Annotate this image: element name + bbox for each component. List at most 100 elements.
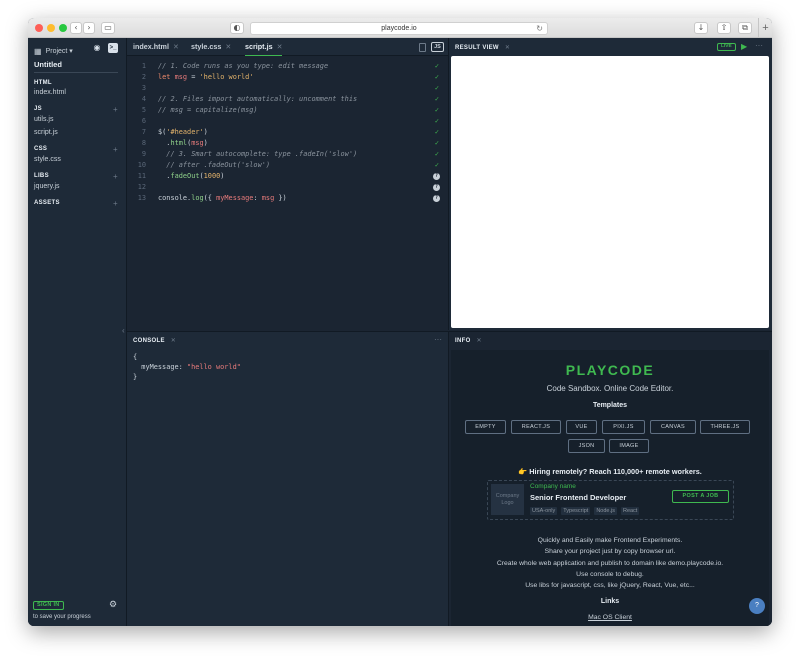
check-icon: ✓ bbox=[434, 84, 440, 92]
tab-script-js[interactable]: script.js ✕ bbox=[245, 38, 283, 56]
template-vue-button[interactable]: VUE bbox=[566, 420, 597, 434]
project-title[interactable]: Untitled bbox=[34, 60, 62, 69]
code-line[interactable]: 6 ✓ bbox=[127, 116, 448, 127]
line-code[interactable]: // 3. Smart autocomplete: type .fadeIn('… bbox=[158, 149, 357, 160]
document-icon[interactable] bbox=[419, 43, 426, 52]
code-line[interactable]: 8 .html(msg) ✓ bbox=[127, 138, 448, 149]
tabs-overview-icon[interactable]: ⧉ bbox=[738, 22, 752, 34]
file-script-js[interactable]: script.js bbox=[34, 129, 58, 136]
code-line[interactable]: 5 // msg = capitalize(msg) ✓ bbox=[127, 105, 448, 116]
minimize-window-button[interactable] bbox=[47, 24, 55, 32]
job-tag: USA-only bbox=[530, 507, 558, 515]
project-menu[interactable]: ▦ Project ▾ bbox=[34, 44, 73, 58]
template-image-button[interactable]: IMAGE bbox=[609, 439, 649, 453]
help-button[interactable]: ? bbox=[749, 598, 765, 614]
code-line[interactable]: 10 // after .fadeOut('slow') ✓ bbox=[127, 160, 448, 171]
check-icon: ✓ bbox=[434, 95, 440, 103]
code-line[interactable]: 1 // 1. Code runs as you type: edit messa… bbox=[127, 61, 448, 72]
code-lines[interactable]: 1 // 1. Code runs as you type: edit messa… bbox=[127, 61, 448, 204]
close-result-icon[interactable]: ✕ bbox=[505, 45, 510, 51]
close-tab-icon[interactable]: ✕ bbox=[173, 44, 179, 51]
code-line[interactable]: 7 $('#header') ✓ bbox=[127, 127, 448, 138]
post-job-button[interactable]: POST A JOB bbox=[672, 490, 729, 503]
gear-icon[interactable]: ⚙ bbox=[109, 599, 117, 610]
line-code[interactable]: .html(msg) bbox=[158, 138, 208, 149]
code-line[interactable]: 2 let msg = 'hello world' ✓ bbox=[127, 72, 448, 83]
template-pixi-button[interactable]: PIXI.JS bbox=[602, 420, 645, 434]
line-code[interactable]: console.log({ myMessage: msg }) bbox=[158, 193, 287, 204]
code-line[interactable]: 12? bbox=[127, 182, 448, 193]
close-window-button[interactable] bbox=[35, 24, 43, 32]
info-line: Quickly and Easily make Frontend Experim… bbox=[537, 537, 683, 544]
code-line[interactable]: 4 // 2. Files import automatically: uncom… bbox=[127, 94, 448, 105]
tab-style-css[interactable]: style.css ✕ bbox=[191, 38, 231, 56]
line-number: 6 bbox=[141, 117, 146, 125]
job-card[interactable]: Company Logo Company name Senior Fronten… bbox=[487, 480, 734, 520]
template-react-button[interactable]: REACT.JS bbox=[511, 420, 561, 434]
file-index-html[interactable]: index.html bbox=[34, 89, 66, 96]
tab-index-html[interactable]: index.html ✕ bbox=[133, 38, 179, 56]
globe-icon[interactable]: ◉ bbox=[92, 43, 102, 53]
sign-in-button[interactable]: SIGN IN bbox=[33, 601, 64, 610]
address-bar[interactable]: playcode.io ↻ bbox=[250, 22, 548, 35]
close-tab-icon[interactable]: ✕ bbox=[277, 44, 283, 51]
terminal-icon[interactable]: >_ bbox=[108, 43, 118, 53]
line-code[interactable]: // msg = capitalize(msg) bbox=[158, 105, 258, 116]
sidebar: ▦ Project ▾ ◉ >_ Untitled HTML index.htm… bbox=[28, 38, 127, 626]
close-info-icon[interactable]: ✕ bbox=[477, 338, 482, 344]
share-icon[interactable]: ⇧ bbox=[717, 22, 731, 34]
template-empty-button[interactable]: EMPTY bbox=[465, 420, 506, 434]
result-preview[interactable] bbox=[451, 56, 769, 328]
code-line[interactable]: 11 .fadeOut(1000)? bbox=[127, 171, 448, 182]
more-options-icon[interactable]: ··· bbox=[755, 41, 763, 50]
template-three-button[interactable]: THREE.JS bbox=[700, 420, 750, 434]
line-number: 2 bbox=[141, 73, 146, 81]
new-tab-button[interactable]: + bbox=[758, 18, 772, 38]
section-assets: ASSETS + bbox=[34, 199, 118, 208]
shield-icon[interactable]: ◐ bbox=[230, 22, 244, 34]
more-options-icon[interactable]: ··· bbox=[434, 335, 442, 344]
code-line[interactable]: 3 ✓ bbox=[127, 83, 448, 94]
add-js-button[interactable]: + bbox=[113, 105, 118, 114]
template-json-button[interactable]: JSON bbox=[568, 439, 605, 453]
code-line[interactable]: 13 console.log({ myMessage: msg })? bbox=[127, 193, 448, 204]
language-badge[interactable]: JS bbox=[431, 42, 444, 52]
job-tags: USA-only Typescript Node.js React bbox=[530, 507, 640, 515]
line-code[interactable]: $('#header') bbox=[158, 127, 208, 138]
file-style-css[interactable]: style.css bbox=[34, 156, 61, 163]
line-number: 5 bbox=[141, 106, 146, 114]
info-line: Use libs for javascript, css, like jQuer… bbox=[525, 582, 695, 590]
add-lib-button[interactable]: + bbox=[113, 172, 118, 181]
line-code[interactable]: // 2. Files import automatically: uncomm… bbox=[158, 94, 357, 105]
forward-button[interactable]: › bbox=[83, 22, 95, 34]
downloads-icon[interactable]: ↓ bbox=[694, 22, 708, 34]
sidebar-toggle-icon[interactable]: ▭ bbox=[101, 22, 115, 34]
hiring-banner[interactable]: 👉 Hiring remotely? Reach 110,000+ remote… bbox=[451, 467, 769, 476]
close-console-icon[interactable]: ✕ bbox=[171, 338, 176, 344]
reload-icon[interactable]: ↻ bbox=[536, 23, 543, 34]
back-button[interactable]: ‹ bbox=[70, 22, 82, 34]
line-number: 8 bbox=[141, 139, 146, 147]
template-canvas-button[interactable]: CANVAS bbox=[650, 420, 696, 434]
line-code[interactable]: let msg = 'hello world' bbox=[158, 72, 253, 83]
live-badge[interactable]: LIVE bbox=[717, 43, 736, 51]
collapse-sidebar-icon[interactable]: ‹ bbox=[122, 326, 125, 335]
file-jquery-js[interactable]: jquery.js bbox=[34, 183, 60, 190]
line-code[interactable]: .fadeOut(1000) bbox=[158, 171, 224, 182]
add-asset-button[interactable]: + bbox=[113, 199, 118, 208]
zoom-window-button[interactable] bbox=[59, 24, 67, 32]
job-tag: Node.js bbox=[594, 507, 617, 515]
close-tab-icon[interactable]: ✕ bbox=[225, 44, 231, 51]
play-icon[interactable]: ▶ bbox=[741, 42, 747, 51]
info-icon: ? bbox=[433, 195, 440, 202]
file-utils-js[interactable]: utils.js bbox=[34, 116, 53, 123]
line-code[interactable]: // after .fadeOut('slow') bbox=[158, 160, 270, 171]
code-line[interactable]: 9 // 3. Smart autocomplete: type .fadeIn… bbox=[127, 149, 448, 160]
add-css-button[interactable]: + bbox=[113, 145, 118, 154]
section-css: CSS + bbox=[34, 145, 118, 154]
code-editor[interactable]: index.html ✕ style.css ✕ script.js ✕ JS 1 //… bbox=[127, 38, 448, 330]
mac-os-client-link[interactable]: Mac OS Client bbox=[451, 614, 769, 621]
editor-tabs: index.html ✕ style.css ✕ script.js ✕ JS bbox=[127, 38, 448, 56]
line-code[interactable]: // 1. Code runs as you type: edit messag… bbox=[158, 61, 328, 72]
check-icon: ✓ bbox=[434, 139, 440, 147]
